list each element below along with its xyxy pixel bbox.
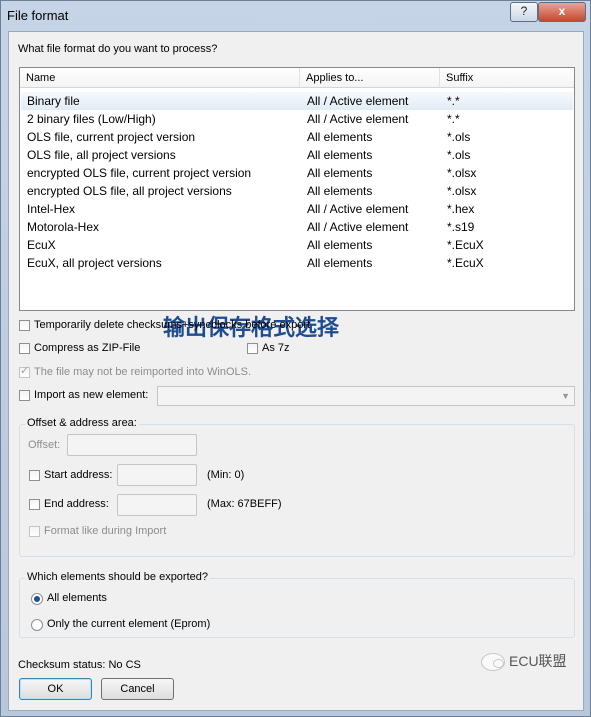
file-format-dialog: File format ? x What file format do you … (0, 0, 591, 717)
row-applies: All elements (307, 148, 373, 162)
help-button[interactable]: ? (510, 2, 538, 22)
watermark: ECU联盟 (481, 651, 567, 672)
column-header-suffix[interactable]: Suffix (440, 68, 574, 88)
current-element-radio[interactable] (31, 619, 43, 631)
all-elements-label: All elements (47, 592, 107, 604)
list-item[interactable]: encrypted OLS file, all project versions… (21, 182, 573, 200)
as-7z-label: As 7z (262, 342, 290, 354)
row-applies: All elements (307, 166, 373, 180)
list-item[interactable]: OLS file, all project versions All eleme… (21, 146, 573, 164)
list-item[interactable]: EcuX All elements *.EcuX (21, 236, 573, 254)
row-suffix: *.hex (447, 202, 475, 216)
cancel-button[interactable]: Cancel (101, 678, 174, 700)
watermark-text: ECU联盟 (509, 653, 567, 669)
row-name: EcuX (27, 238, 56, 252)
row-name: OLS file, current project version (27, 130, 196, 144)
dialog-title: File format (7, 8, 69, 23)
row-applies: All elements (307, 130, 373, 144)
no-reimport-label: The file may not be reimported into WinO… (34, 366, 252, 378)
row-name: encrypted OLS file, all project versions (27, 184, 232, 198)
start-address-input[interactable] (117, 464, 197, 486)
row-name: encrypted OLS file, current project vers… (27, 166, 252, 180)
format-like-checkbox[interactable] (29, 526, 40, 537)
row-name: Motorola-Hex (27, 220, 100, 234)
import-new-label: Import as new element: (34, 389, 149, 401)
row-applies: All elements (307, 184, 373, 198)
question-label: What file format do you want to process? (18, 43, 218, 55)
list-item[interactable]: Binary file All / Active element *.* (21, 92, 573, 110)
title-bar[interactable]: File format ? x (1, 1, 590, 31)
radio-selected-dot (34, 596, 40, 602)
row-suffix: *.EcuX (447, 256, 484, 270)
list-item[interactable]: 2 binary files (Low/High) All / Active e… (21, 110, 573, 128)
list-item[interactable]: Intel-Hex All / Active element *.hex (21, 200, 573, 218)
no-reimport-checkbox[interactable]: ✓ (19, 365, 30, 378)
compress-zip-checkbox[interactable] (19, 343, 30, 354)
start-address-label: Start address: (44, 469, 113, 481)
column-header-applies[interactable]: Applies to... (300, 68, 440, 88)
list-item[interactable]: encrypted OLS file, current project vers… (21, 164, 573, 182)
close-button[interactable]: x (538, 2, 586, 22)
end-address-checkbox[interactable] (29, 499, 40, 510)
file-format-list[interactable]: Name Applies to... Suffix Binary file Al… (19, 67, 575, 341)
row-applies: All / Active element (307, 202, 409, 216)
list-item[interactable]: EcuX, all project versions All elements … (21, 254, 573, 272)
row-suffix: *.olsx (447, 166, 477, 180)
end-max-label: (Max: 67BEFF) (207, 498, 282, 510)
row-name: Intel-Hex (27, 202, 76, 216)
column-header-name[interactable]: Name (20, 68, 300, 88)
row-suffix: *.s19 (447, 220, 475, 234)
import-element-select[interactable]: ▼ (157, 386, 575, 406)
row-suffix: *.* (447, 94, 460, 108)
list-item[interactable]: Motorola-Hex All / Active element *.s19 (21, 218, 573, 236)
checkmark-icon: ✓ (20, 365, 30, 377)
start-min-label: (Min: 0) (207, 469, 245, 481)
row-suffix: *.* (447, 112, 460, 126)
format-like-label: Format like during Import (44, 525, 167, 537)
row-applies: All / Active element (307, 112, 409, 126)
temp-delete-label: Temporarily delete checksums+syncblocks … (34, 319, 311, 331)
chevron-down-icon: ▼ (561, 391, 570, 401)
row-suffix: *.ols (447, 130, 471, 144)
export-group-title: Which elements should be exported? (25, 571, 210, 583)
all-elements-radio[interactable] (31, 593, 43, 605)
offset-input[interactable] (67, 434, 197, 456)
compress-zip-label: Compress as ZIP-File (34, 342, 141, 354)
end-address-label: End address: (44, 498, 109, 510)
as-7z-checkbox[interactable] (247, 343, 258, 354)
offset-group-title: Offset & address area: (25, 417, 139, 429)
row-suffix: *.EcuX (447, 238, 484, 252)
temp-delete-checkbox[interactable] (19, 320, 30, 331)
row-name: Binary file (27, 94, 80, 108)
row-suffix: *.olsx (447, 184, 477, 198)
row-name: EcuX, all project versions (27, 256, 162, 270)
ok-button[interactable]: OK (19, 678, 92, 700)
row-applies: All elements (307, 256, 373, 270)
list-item[interactable]: OLS file, current project version All el… (21, 128, 573, 146)
import-new-checkbox[interactable] (19, 390, 30, 401)
current-element-label: Only the current element (Eprom) (47, 618, 211, 630)
row-applies: All / Active element (307, 94, 409, 108)
row-applies: All / Active element (307, 220, 409, 234)
dialog-client-area: What file format do you want to process?… (8, 31, 584, 711)
row-suffix: *.ols (447, 148, 471, 162)
row-name: 2 binary files (Low/High) (27, 112, 156, 126)
checksum-status: Checksum status: No CS (18, 659, 141, 671)
start-address-checkbox[interactable] (29, 470, 40, 481)
row-name: OLS file, all project versions (27, 148, 176, 162)
chat-bubbles-icon (481, 653, 505, 672)
offset-label: Offset: (28, 439, 61, 451)
row-applies: All elements (307, 238, 373, 252)
end-address-input[interactable] (117, 494, 197, 516)
